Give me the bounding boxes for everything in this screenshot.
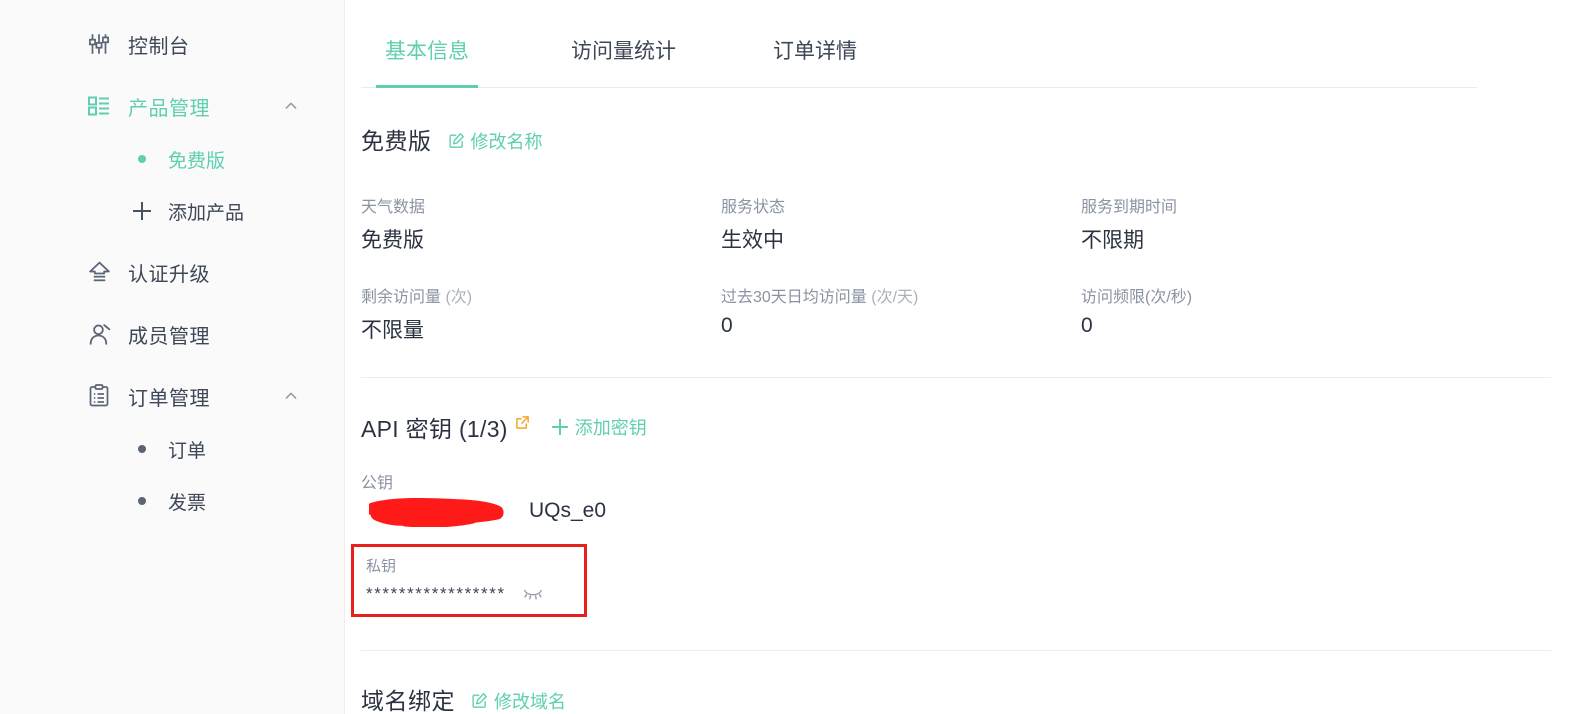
api-key-header: API 密钥 (1/3) 添加密钥: [345, 410, 1581, 444]
field-label: 天气数据: [361, 199, 426, 216]
api-key-title: API 密钥 (1/3): [361, 416, 508, 442]
info-field: 访问频限(次/秒) 0: [1081, 283, 1581, 344]
sidebar-item-free-edition[interactable]: 免费版: [0, 138, 344, 180]
sidebar-item-label: 成员管理: [128, 325, 210, 348]
info-field: 剩余访问量 (次) 不限量: [361, 283, 721, 344]
sidebar-item-order-management[interactable]: 订单管理: [0, 374, 344, 418]
public-key-value: xxxxxxxxxxxxxxxxUQs_e0: [361, 497, 607, 528]
domain-binding-title: 域名绑定: [361, 688, 455, 714]
secret-key-value: *****************: [366, 584, 506, 603]
info-field: 服务到期时间 不限期: [1081, 193, 1581, 254]
app-root: 控制台 产品管理 免费版 添加产品 认证升级 成员管理 订单管理 订单 发票 基…: [0, 0, 1581, 714]
field-value: 不限期: [1081, 229, 1144, 252]
edit-square-icon: [471, 692, 488, 709]
edit-name-button[interactable]: 修改名称: [448, 128, 543, 154]
public-key-block: 公钥 xxxxxxxxxxxxxxxxUQs_e0: [345, 469, 1581, 528]
edit-name-label: 修改名称: [470, 131, 543, 152]
bullet-dot-icon: [138, 445, 146, 453]
sidebar-item-add-product[interactable]: 添加产品: [0, 190, 344, 232]
chevron-up-icon[interactable]: [283, 98, 299, 114]
info-field: 过去30天日均访问量 (次/天) 0: [721, 283, 1081, 344]
field-value: 生效中: [721, 229, 784, 252]
sidebar-item-label: 产品管理: [128, 97, 210, 120]
info-field: 天气数据 免费版: [361, 193, 721, 254]
field-value: 不限量: [361, 319, 424, 342]
domain-binding-row: 域名绑定 修改域名: [345, 682, 1581, 714]
tab-order-details[interactable]: 订单详情: [765, 35, 865, 87]
plus-icon: [551, 419, 568, 435]
public-key-label: 公钥: [361, 475, 394, 492]
sidebar-item-certification-upgrade[interactable]: 认证升级: [0, 250, 344, 294]
bullet-dot-icon: [138, 497, 146, 505]
edit-square-icon: [448, 132, 465, 149]
sliders-icon: [86, 31, 112, 57]
chevron-up-icon[interactable]: [283, 388, 299, 404]
sidebar-item-label: 订单管理: [128, 387, 210, 410]
product-grid-icon: [86, 93, 112, 119]
field-value: 免费版: [361, 229, 424, 252]
clipboard-icon: [86, 383, 112, 409]
field-label: 服务状态: [721, 199, 786, 216]
field-value: 0: [1081, 314, 1093, 337]
sidebar-item-label: 认证升级: [128, 263, 210, 286]
sidebar: 控制台 产品管理 免费版 添加产品 认证升级 成员管理 订单管理 订单 发票: [0, 0, 345, 714]
secret-key-highlight-box: 私钥 *****************: [351, 544, 587, 617]
page-title: 免费版: [361, 128, 432, 154]
field-label: 访问频限(次/秒): [1081, 289, 1193, 306]
sidebar-item-invoices[interactable]: 发票: [0, 480, 344, 522]
sidebar-item-label: 控制台: [128, 35, 190, 58]
tab-traffic-stats[interactable]: 访问量统计: [571, 35, 676, 87]
edit-domain-button[interactable]: 修改域名: [471, 688, 566, 714]
sidebar-subitem-label: 订单: [168, 440, 207, 462]
external-link-icon[interactable]: [515, 415, 530, 430]
product-title-row: 免费版 修改名称: [345, 122, 1581, 156]
upgrade-arrow-icon: [86, 259, 112, 285]
sidebar-subitem-label: 发票: [168, 492, 207, 514]
public-key-visible-suffix: UQs_e0: [529, 499, 607, 522]
field-value: 0: [721, 314, 733, 337]
main-content: 基本信息 访问量统计 订单详情 免费版 修改名称 天气数据 免费版 服务状态 生…: [345, 0, 1581, 714]
sidebar-subitem-label: 免费版: [168, 150, 226, 172]
add-api-key-label: 添加密钥: [574, 418, 647, 438]
field-label: 剩余访问量 (次): [361, 289, 473, 306]
plus-icon: [133, 202, 151, 220]
sidebar-item-console[interactable]: 控制台: [0, 22, 344, 66]
user-icon: [86, 321, 112, 347]
tab-basic-info[interactable]: 基本信息: [376, 35, 478, 88]
sidebar-item-orders[interactable]: 订单: [0, 428, 344, 470]
sidebar-subitem-label: 添加产品: [168, 202, 245, 224]
sidebar-item-product-management[interactable]: 产品管理: [0, 84, 344, 128]
bullet-dot-icon: [138, 155, 146, 163]
product-info-grid: 天气数据 免费版 服务状态 生效中 服务到期时间 不限期 剩余访问量 (次) 不…: [345, 193, 1581, 344]
add-api-key-button[interactable]: 添加密钥: [551, 414, 647, 440]
secret-key-row: *****************: [366, 585, 584, 602]
redaction-scribble: [366, 497, 509, 528]
eye-hidden-icon[interactable]: [522, 587, 544, 601]
info-field: 服务状态 生效中: [721, 193, 1081, 254]
sidebar-item-member-management[interactable]: 成员管理: [0, 312, 344, 356]
edit-domain-label: 修改域名: [494, 691, 566, 712]
secret-key-label: 私钥: [366, 558, 397, 575]
field-label: 过去30天日均访问量 (次/天): [721, 289, 919, 306]
section-divider: [361, 650, 1551, 651]
tab-bar: 基本信息 访问量统计 订单详情: [361, 0, 1477, 88]
field-label: 服务到期时间: [1081, 199, 1178, 216]
section-divider: [361, 377, 1551, 378]
